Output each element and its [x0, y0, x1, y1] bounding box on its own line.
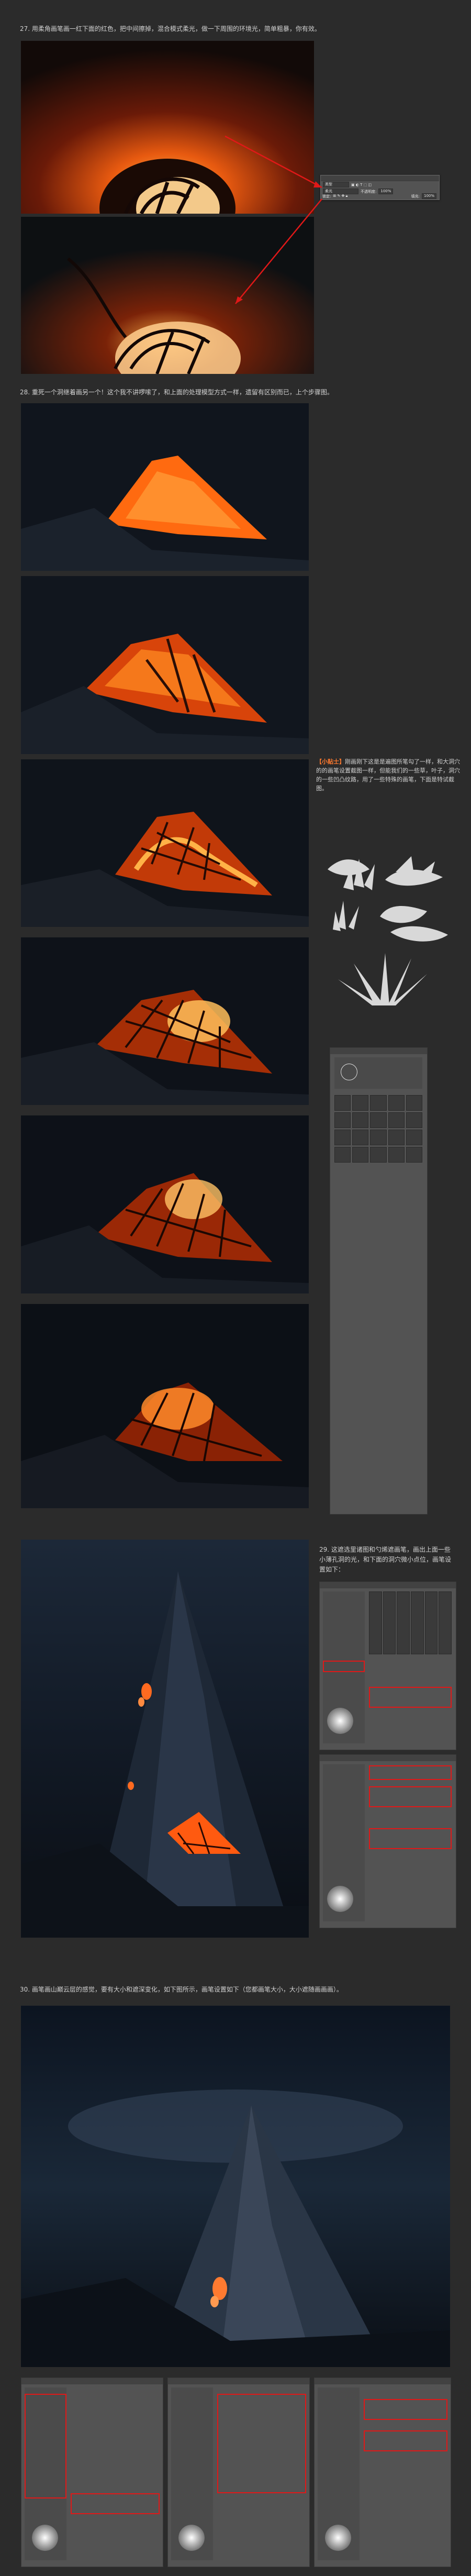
brush-preset[interactable] [370, 1147, 387, 1163]
highlight-box [323, 1661, 365, 1672]
arrow-annotations [225, 135, 322, 304]
brush-tip[interactable] [424, 1591, 438, 1654]
brush-settings-header [21, 2378, 163, 2384]
step-30-brush-panel-3 [314, 2378, 451, 2567]
brush-preview [32, 2525, 58, 2551]
step-28-image-1 [21, 403, 309, 571]
fill-input[interactable]: 100% [421, 193, 436, 199]
highlight-box [71, 2493, 160, 2514]
brush-presets-panel [330, 1047, 428, 1514]
brush-preset[interactable] [352, 1130, 369, 1145]
brush-settings-header [315, 2378, 451, 2384]
brush-preview [178, 2525, 205, 2551]
highlight-box [369, 1828, 452, 1849]
step-30-image [21, 2006, 450, 2367]
layers-panel-lock-row: 锁定: ⊞ ✎ ✥ 🔒︎ 填充: 100% [320, 180, 439, 199]
step-28-image-5 [21, 1115, 309, 1293]
brush-preset[interactable] [352, 1095, 369, 1111]
tip-title: 【小贴士】 [316, 758, 345, 765]
brush-size-area[interactable] [334, 1057, 422, 1089]
fill-label: 填充: [411, 194, 420, 198]
brush-preset[interactable] [334, 1130, 351, 1145]
brush-preview [327, 1708, 353, 1734]
brush-preset[interactable] [370, 1112, 387, 1128]
brush-preset[interactable] [334, 1112, 351, 1128]
brush-tip[interactable] [383, 1591, 396, 1654]
brush-preset[interactable] [388, 1147, 405, 1163]
step-29-brush-settings-1 [319, 1582, 456, 1750]
step-29-brush-settings-2 [319, 1754, 456, 1928]
highlight-box [369, 1786, 452, 1807]
brush-preset[interactable] [334, 1095, 351, 1111]
step-30-brush-panel-1 [21, 2378, 163, 2567]
step-30-brush-panel-2 [167, 2378, 310, 2567]
brush-preset[interactable] [370, 1095, 387, 1111]
special-brush-samples [328, 856, 448, 1005]
step-28-image-3 [21, 759, 309, 927]
brush-preset[interactable] [406, 1095, 422, 1111]
brush-tip[interactable] [369, 1591, 382, 1654]
step-28-text: 28. 重死一个洞继着画另一个！这个我不讲啰嗦了，和上面的处理模型方式一样，遗留… [20, 389, 333, 396]
brush-tip-grid[interactable] [369, 1591, 452, 1654]
brush-preset[interactable] [406, 1147, 422, 1163]
highlight-box [369, 1687, 452, 1708]
brush-preset[interactable] [352, 1147, 369, 1163]
brush-preset[interactable] [352, 1112, 369, 1128]
brush-settings-header [168, 2378, 309, 2384]
brush-angle-icon[interactable] [341, 1064, 357, 1080]
tip-block: 【小贴士】刚画刚下这是是遍图所笔勾了一样，和大洞穴的的画笔设置截图一样，但能我们… [316, 757, 463, 793]
step-30-text: 30. 画笔画山巅云层的感觉，要有大小和遮深变化，如下图所示，画笔设置如下（您都… [20, 1986, 343, 1993]
brush-preset-grid[interactable] [334, 1095, 422, 1509]
brush-tip[interactable] [410, 1591, 424, 1654]
brush-preset[interactable] [406, 1112, 422, 1128]
brush-tip[interactable] [439, 1591, 452, 1654]
step-28-image-4 [21, 937, 309, 1105]
brush-preset[interactable] [406, 1130, 422, 1145]
step-29-image [21, 1540, 309, 1938]
highlight-box [217, 2394, 306, 2493]
brush-settings-header [320, 1755, 456, 1761]
brush-preset[interactable] [388, 1112, 405, 1128]
step-28-image-6 [21, 1304, 309, 1508]
brush-settings-header [320, 1582, 456, 1588]
highlight-box [364, 2399, 447, 2420]
lock-icons[interactable]: ⊞ ✎ ✥ 🔒︎ [333, 194, 347, 198]
brush-preset[interactable] [388, 1095, 405, 1111]
brush-tip[interactable] [397, 1591, 410, 1654]
step-29-text: 29. 这遮选里诸图和勺烯遮画笔，画出上面一些小薄孔洞的光，和下面的洞穴微小点位… [319, 1546, 452, 1573]
brush-preview [325, 2525, 351, 2551]
brush-preview [327, 1886, 353, 1912]
step-28-image-2 [21, 576, 309, 754]
brush-preset[interactable] [370, 1130, 387, 1145]
step-27-text: 27. 用柔角画笔画一红下面的红色，把中间擦掉，混合模式柔光，做一下周围的环境光… [20, 25, 321, 32]
highlight-box [364, 2430, 447, 2451]
brush-panel-header [330, 1048, 427, 1054]
brush-preset[interactable] [334, 1147, 351, 1163]
highlight-box [25, 2394, 66, 2498]
highlight-box [369, 1765, 452, 1780]
brush-preset[interactable] [388, 1130, 405, 1145]
